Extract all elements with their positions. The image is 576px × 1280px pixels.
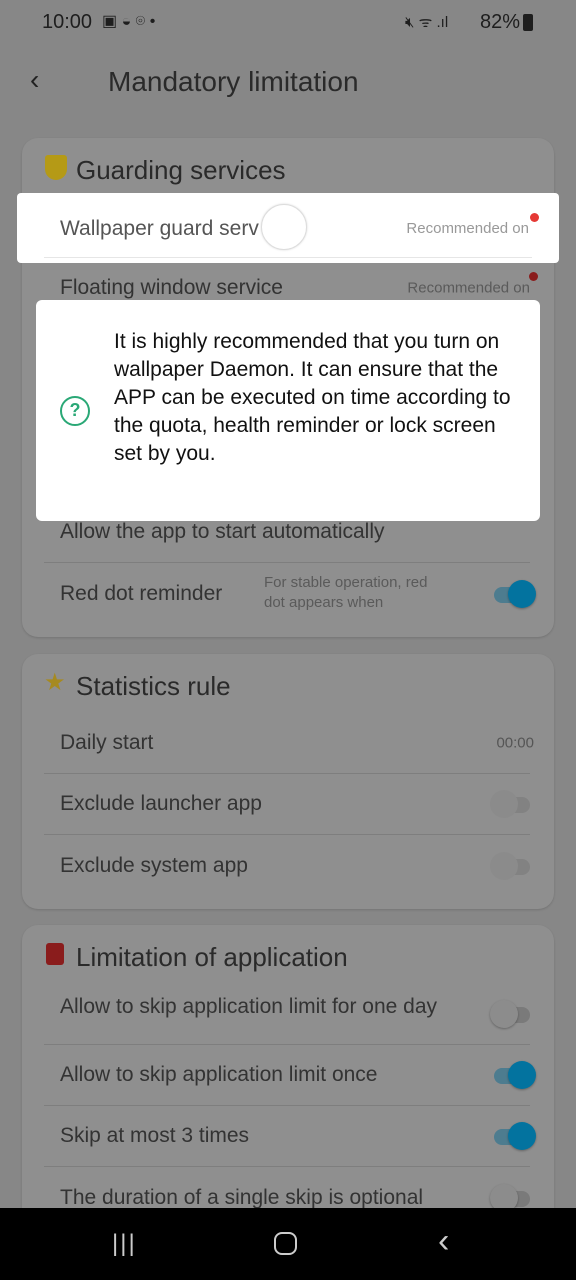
statistics-rule-card: ★ Statistics rule Daily start 00:00 Excl… [22,654,554,909]
section-title: Guarding services [76,155,286,185]
wallpaper-guard-row[interactable]: Wallpaper guard serv Recommended on [17,193,559,263]
row-value: Recommended on [406,220,529,237]
back-button[interactable]: ‹ [30,64,39,96]
skip-max-row: Skip at most 3 times [44,1106,536,1167]
row-value: Recommended on [407,279,530,297]
row-label: Allow the app to start automatically [60,520,385,543]
row-label: Red dot reminder [60,581,223,605]
row-note: For stable operation, red dot appears wh… [264,574,428,611]
star-icon: ★ [44,669,66,696]
row-label: Daily start [60,731,154,754]
battery-icon [523,14,533,31]
red-dot [530,213,539,222]
skip-one-day-toggle[interactable] [490,1000,530,1028]
lock-icon [46,943,64,965]
exclude-launcher-row: Exclude launcher app [44,774,530,835]
signal-icons: 🔇︎ ᯤ .ıl [405,14,449,31]
skip-once-toggle[interactable] [490,1061,536,1089]
battery-level: 82% [480,11,521,33]
skip-once-row: Allow to skip application limit once [44,1045,536,1106]
row-label: The duration of a single skip is optiona… [60,1185,424,1209]
shield-icon [45,155,67,180]
home-button[interactable] [274,1232,297,1255]
recents-button[interactable]: ||| [112,1230,137,1258]
section-title: Statistics rule [76,671,231,701]
red-dot-toggle[interactable] [490,579,536,608]
limitation-card: Limitation of application Allow to skip … [22,925,554,1245]
dialog-message: It is highly recommended that you turn o… [114,330,511,465]
row-label: Allow to skip application limit for one … [60,995,438,1018]
status-time: 10:00 [42,11,93,33]
exclude-system-toggle[interactable] [490,851,530,880]
daily-start-row[interactable]: Daily start 00:00 [44,713,534,774]
question-circle-icon: ? [60,396,90,426]
notification-icons: ▣ ◒ ⌾ • [102,13,156,30]
navigation-bar: ||| ‹ [0,1208,576,1280]
recommendation-dialog: ? It is highly recommended that you turn… [36,300,540,521]
back-nav-button[interactable]: ‹ [438,1222,449,1261]
row-label: Exclude launcher app [60,792,262,815]
exclude-launcher-toggle[interactable] [490,790,530,818]
exclude-system-row: Exclude system app [44,835,530,896]
row-label: Wallpaper guard serv [60,217,259,240]
row-label: Skip at most 3 times [60,1124,250,1147]
row-label: Floating window service [60,276,283,299]
red-dot [529,272,538,281]
status-bar: 10:00 ▣ ◒ ⌾ • 🔇︎ ᯤ .ıl 82% [0,0,576,45]
touch-indicator [261,204,307,250]
page-title: Mandatory limitation [108,66,359,97]
row-label: Allow to skip application limit once [60,1063,378,1086]
row-label: Exclude system app [60,853,248,877]
skip-duration-toggle[interactable] [490,1183,530,1212]
row-value: 00:00 [496,734,534,752]
skip-max-toggle[interactable] [490,1122,536,1150]
divider [44,257,532,258]
section-title: Limitation of application [76,942,348,972]
skip-one-day-row: Allow to skip application limit for one … [44,984,530,1045]
red-dot-reminder-row: Red dot reminder For stable operation, r… [44,563,536,624]
